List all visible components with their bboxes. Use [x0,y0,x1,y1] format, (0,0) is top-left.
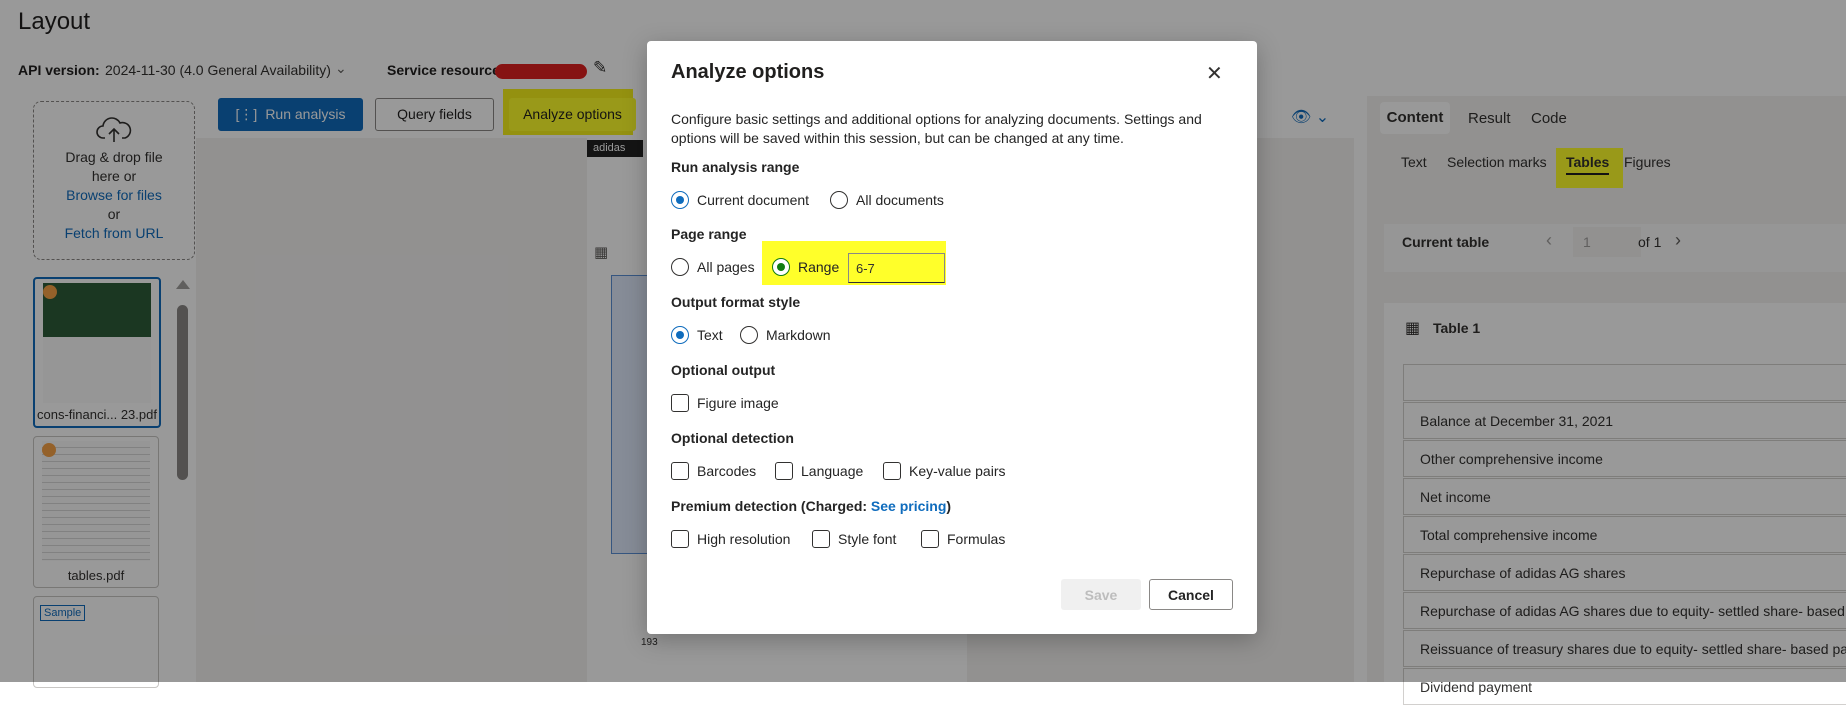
output-format-label: Output format style [671,294,801,310]
checkbox-barcodes[interactable]: Barcodes [671,462,756,480]
radio-indicator [830,191,848,209]
checkbox-key-value-pairs[interactable]: Key-value pairs [883,462,1006,480]
option-label: Style font [838,531,897,547]
radio-all-documents[interactable]: All documents [830,191,944,209]
radio-indicator [671,326,689,344]
option-label: High resolution [697,531,791,547]
option-label: Language [801,463,864,479]
option-label: All pages [697,259,755,275]
close-icon[interactable]: ✕ [1206,61,1223,86]
premium-prefix: Premium detection (Charged: [671,498,871,514]
checkbox-high-resolution[interactable]: High resolution [671,530,790,548]
see-pricing-link[interactable]: See pricing [871,498,946,514]
checkbox-indicator [883,462,901,480]
checkbox-indicator [812,530,830,548]
option-label: Barcodes [697,463,757,479]
run-range-label: Run analysis range [671,159,800,175]
radio-indicator [671,258,689,276]
dialog-title: Analyze options [671,61,825,83]
dialog-description: Configure basic settings and additional … [671,111,1202,146]
radio-indicator [772,258,790,276]
checkbox-figure-image[interactable]: Figure image [671,394,779,412]
page-range-label: Page range [671,226,747,242]
premium-suffix: ) [946,498,952,514]
option-label: Range [798,259,840,275]
radio-markdown[interactable]: Markdown [740,326,831,344]
checkbox-language[interactable]: Language [775,462,863,480]
option-label: Figure image [697,395,779,411]
checkbox-style-font[interactable]: Style font [812,530,896,548]
option-label: Current document [697,192,810,208]
option-label: Key-value pairs [909,463,1006,479]
premium-detection-label: Premium detection (Charged: See pricing) [671,498,951,514]
option-label: Text [697,327,723,343]
analyze-options-dialog: Analyze options ✕ Configure basic settin… [647,41,1257,634]
checkbox-indicator [671,394,689,412]
checkbox-indicator [921,530,939,548]
radio-all-pages[interactable]: All pages [671,258,755,276]
radio-text[interactable]: Text [671,326,723,344]
checkbox-indicator [775,462,793,480]
save-button[interactable]: Save [1061,579,1141,610]
page-range-input[interactable] [848,253,945,283]
checkbox-indicator [671,462,689,480]
option-label: Formulas [947,531,1006,547]
radio-current-document[interactable]: Current document [671,191,809,209]
option-label: Markdown [766,327,831,343]
optional-output-label: Optional output [671,362,776,378]
radio-indicator [740,326,758,344]
checkbox-formulas[interactable]: Formulas [921,530,1005,548]
radio-range[interactable]: Range [772,258,839,276]
radio-indicator [671,191,689,209]
optional-detection-label: Optional detection [671,430,794,446]
checkbox-indicator [671,530,689,548]
cancel-button[interactable]: Cancel [1149,579,1233,610]
option-label: All documents [856,192,944,208]
